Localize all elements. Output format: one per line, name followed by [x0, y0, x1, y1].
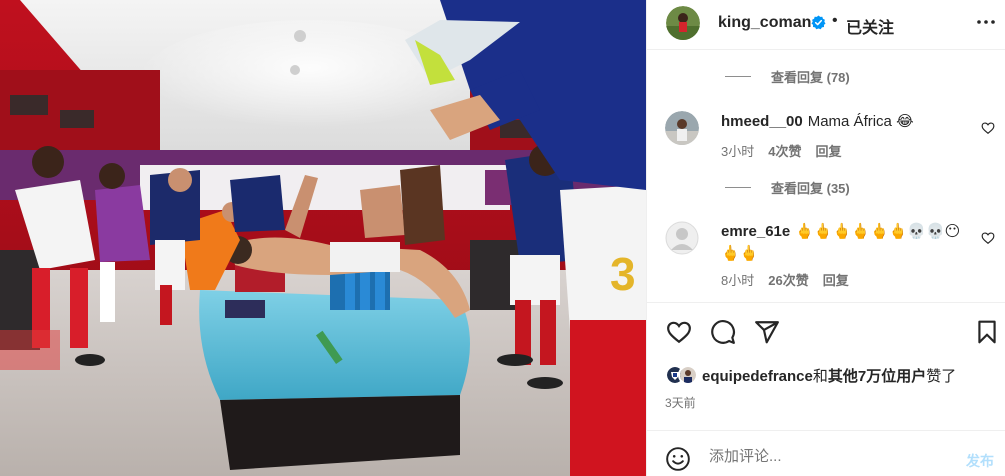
comment-meta: 3小时 4次赞 回复 — [721, 141, 855, 160]
share-icon[interactable] — [754, 319, 780, 345]
comment-meta: 8小时 26次赞 回复 — [721, 270, 863, 289]
comment-text: Mama África 😂 — [807, 113, 914, 130]
heart-icon[interactable] — [981, 231, 995, 245]
comment-body: emre_61e 🖕🖕🖕🖕🖕🖕💀💀😶🖕🖕 — [721, 221, 971, 265]
likes-text: equipedefrance和其他7万位用户赞了 — [702, 365, 956, 386]
following-button[interactable]: 已关注 — [846, 14, 894, 38]
view-replies-label[interactable]: 查看回复 (78) — [771, 67, 850, 86]
reply-divider — [725, 186, 751, 188]
likes-suffix: 赞了 — [926, 367, 957, 385]
verified-badge-icon — [811, 15, 826, 30]
comment-like-count[interactable]: 26次赞 — [768, 270, 808, 289]
reply-button[interactable]: 回复 — [823, 270, 849, 289]
heart-icon[interactable] — [666, 319, 692, 345]
post-header: king_coman • 已关注 — [647, 0, 1005, 50]
view-replies-top[interactable]: 查看回复 (78) — [725, 67, 850, 85]
view-replies-mid[interactable]: 查看回复 (35) — [725, 178, 850, 196]
reply-button[interactable]: 回复 — [815, 141, 841, 160]
header-separator: • — [832, 12, 838, 29]
comment: emre_61e 🖕🖕🖕🖕🖕🖕💀💀😶🖕🖕 8小时 26次赞 回复 — [665, 221, 995, 291]
liker-avatar — [678, 365, 698, 385]
save-icon[interactable] — [974, 319, 1000, 345]
heart-icon[interactable] — [981, 121, 995, 135]
likes-others[interactable]: 其他7万位用户 — [828, 368, 926, 385]
post-photo[interactable]: 3 — [0, 0, 646, 476]
locker-room-image: 3 — [0, 0, 646, 476]
post-timestamp[interactable]: 3天前 — [665, 394, 696, 411]
author-username[interactable]: king_coman — [718, 14, 811, 32]
post-comment-button[interactable]: 发布 — [966, 451, 994, 471]
view-replies-label[interactable]: 查看回复 (35) — [771, 178, 850, 197]
likes-connector: 和 — [812, 367, 828, 385]
reply-divider — [725, 75, 751, 77]
likes-summary[interactable]: equipedefrance和其他7万位用户赞了 — [665, 364, 956, 386]
comment-input[interactable] — [709, 448, 939, 465]
comment-composer: 发布 — [647, 430, 1005, 476]
comment: hmeed__00 Mama África 😂 3小时 4次赞 回复 — [665, 111, 995, 161]
comment-username[interactable]: emre_61e — [721, 223, 790, 240]
comment-icon[interactable] — [710, 319, 736, 345]
comment-username[interactable]: hmeed__00 — [721, 113, 803, 130]
comment-time[interactable]: 8小时 — [721, 270, 754, 289]
commenter-avatar[interactable] — [665, 221, 699, 255]
post-side-panel: king_coman • 已关注 查看回复 (78) hmeed__00 Mam… — [646, 0, 1005, 476]
more-options-icon[interactable] — [974, 10, 998, 34]
shirt-number: 3 — [610, 248, 636, 300]
comment-body: hmeed__00 Mama África 😂 — [721, 111, 971, 133]
liker-account[interactable]: equipedefrance — [702, 368, 813, 385]
comment-time[interactable]: 3小时 — [721, 141, 754, 160]
emoji-icon[interactable] — [665, 446, 691, 472]
commenter-avatar[interactable] — [665, 111, 699, 145]
author-avatar[interactable] — [666, 6, 700, 40]
comment-like-count[interactable]: 4次赞 — [768, 141, 801, 160]
post-actions — [647, 302, 1005, 360]
